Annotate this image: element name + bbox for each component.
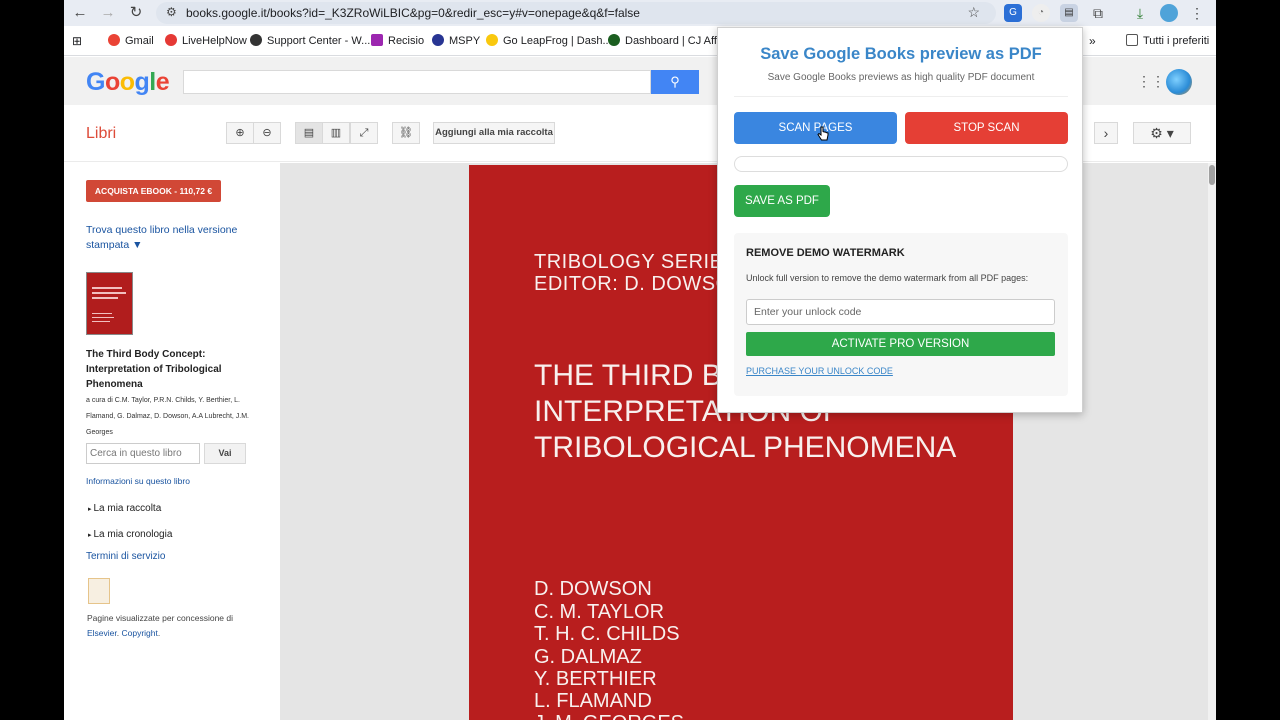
next-page-icon[interactable]: ›	[1094, 122, 1118, 144]
extension-icon[interactable]: G	[1004, 4, 1022, 22]
book-info-link[interactable]: Informazioni su questo libro	[86, 474, 190, 489]
section-title[interactable]: Libri	[86, 125, 116, 143]
watermark-title: REMOVE DEMO WATERMARK	[746, 247, 905, 259]
url-text: books.google.it/books?id=_K3ZRoWiLBIC&pg…	[186, 6, 640, 20]
google-logo[interactable]: Google	[86, 68, 170, 97]
cover-author: J. M. GEORGES	[534, 712, 684, 720]
bookmark-support-center[interactable]: Support Center - W...	[250, 34, 370, 47]
extensions-puzzle-icon[interactable]: ⧉	[1089, 4, 1107, 22]
activate-pro-button[interactable]: ACTIVATE PRO VERSION	[746, 332, 1055, 356]
browser-window: ← → ↻ ⚙ books.google.it/books?id=_K3ZRoW…	[64, 0, 1216, 720]
cover-author: L. FLAMAND	[534, 690, 652, 712]
browser-menu-icon[interactable]: ⋮	[1188, 4, 1206, 22]
bookmark-gmail[interactable]: Gmail	[108, 34, 154, 47]
zoom-in-icon[interactable]: ⊕	[226, 122, 254, 144]
book-title: The Third Body Concept: Interpretation o…	[86, 349, 222, 390]
buy-ebook-button[interactable]: ACQUISTA EBOOK - 110,72 €	[86, 180, 221, 202]
download-icon[interactable]: ⤓	[1131, 4, 1149, 22]
elsevier-link[interactable]: Elsevier	[87, 628, 117, 638]
address-bar[interactable]: ⚙ books.google.it/books?id=_K3ZRoWiLBIC&…	[156, 2, 996, 24]
popup-subtitle: Save Google Books previews as high quali…	[767, 72, 1035, 83]
cover-author: D. DOWSON	[534, 578, 652, 600]
unlock-code-input[interactable]: Enter your unlock code	[746, 299, 1055, 325]
link-icon[interactable]: ⛓	[392, 122, 420, 144]
zoom-out-icon[interactable]: ⊖	[253, 122, 281, 144]
elsevier-logo[interactable]	[88, 578, 110, 604]
search-in-book-input[interactable]: Cerca in questo libro	[86, 443, 200, 464]
bookmark-recisio[interactable]: Recisio	[371, 34, 424, 47]
cover-title-line: TRIBOLOGICAL PHENOMENA	[534, 431, 957, 464]
bookmark-cj-affiliate[interactable]: Dashboard | CJ Affili...	[608, 34, 733, 47]
my-history-item[interactable]: ▸ La mia cronologia	[88, 529, 172, 540]
account-avatar[interactable]	[1166, 69, 1192, 95]
cover-author: Y. BERTHIER	[534, 668, 657, 690]
books-pdf-extension-icon[interactable]: ▤	[1060, 4, 1078, 22]
cover-author: C. M. TAYLOR	[534, 601, 665, 623]
scan-progress-bar	[734, 156, 1068, 172]
cover-series: TRIBOLOGY SERIES	[534, 251, 738, 273]
reload-icon[interactable]: ↻	[125, 3, 147, 23]
bookmark-leapfrog[interactable]: Go LeapFrog | Dash...	[486, 34, 612, 47]
search-icon[interactable]: ⚲	[651, 70, 699, 94]
cover-editor: EDITOR: D. DOWSON	[534, 273, 747, 295]
watermark-description: Unlock full version to remove the demo w…	[746, 273, 1029, 283]
site-info-icon[interactable]: ⚙	[166, 5, 177, 19]
back-icon[interactable]: ←	[69, 3, 91, 23]
my-collection-item[interactable]: ▸ La mia raccolta	[88, 503, 161, 514]
bookmark-mspy[interactable]: MSPY	[432, 34, 480, 47]
book-authors: a cura di C.M. Taylor, P.R.N. Childs, Y.…	[86, 397, 250, 436]
courtesy-text: Pagine visualizzate per concessione di E…	[87, 613, 234, 638]
divider	[734, 96, 1068, 97]
bookmark-star-icon[interactable]: ☆	[967, 4, 980, 21]
popup-title: Save Google Books preview as PDF	[760, 45, 1042, 63]
book-cover-thumbnail[interactable]	[86, 272, 133, 335]
find-print-version-link[interactable]: Trova questo libro nella versione stampa…	[86, 223, 246, 253]
two-page-view-icon[interactable]: ▥	[322, 122, 350, 144]
all-bookmarks-folder[interactable]: Tutti i preferiti	[1126, 34, 1209, 47]
add-to-collection-button[interactable]: Aggiungi alla mia raccolta	[433, 122, 555, 144]
profile-avatar[interactable]	[1160, 4, 1178, 22]
hand-cursor-icon	[817, 126, 829, 141]
settings-gear-icon[interactable]: ⚙ ▾	[1133, 122, 1191, 144]
search-go-button[interactable]: Vai	[204, 443, 246, 464]
apps-grid-icon[interactable]: ⊞	[72, 34, 82, 48]
browser-toolbar: ← → ↻ ⚙ books.google.it/books?id=_K3ZRoW…	[64, 0, 1216, 26]
cover-author: G. DALMAZ	[534, 646, 642, 668]
single-page-view-icon[interactable]: ▤	[295, 122, 323, 144]
watermark-panel: REMOVE DEMO WATERMARK Unlock full versio…	[734, 233, 1068, 396]
stop-scan-button[interactable]: STOP SCAN	[905, 112, 1068, 144]
scrollbar[interactable]	[1208, 163, 1216, 720]
extension-icon[interactable]: ◔	[1032, 4, 1050, 22]
terms-link[interactable]: Termini di servizio	[86, 549, 165, 564]
extension-popup: Save Google Books preview as PDF Save Go…	[717, 27, 1083, 413]
fullscreen-icon[interactable]: ⤢	[350, 122, 378, 144]
scrollbar-thumb[interactable]	[1209, 165, 1215, 185]
bookmark-livehelpnow[interactable]: LiveHelpNow	[165, 34, 247, 47]
book-sidebar: ACQUISTA EBOOK - 110,72 € Trova questo l…	[64, 163, 280, 720]
cover-author: T. H. C. CHILDS	[534, 623, 680, 645]
purchase-code-link[interactable]: PURCHASE YOUR UNLOCK CODE	[746, 366, 893, 376]
more-bookmarks[interactable]: »	[1089, 34, 1096, 48]
copyright-link[interactable]: Copyright	[122, 628, 158, 638]
save-as-pdf-button[interactable]: SAVE AS PDF	[734, 185, 830, 217]
forward-icon[interactable]: →	[97, 3, 119, 23]
google-search-input[interactable]	[183, 70, 651, 94]
